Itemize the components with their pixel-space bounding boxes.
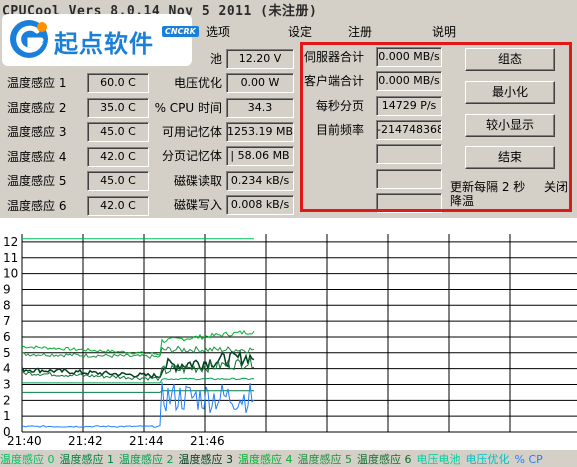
config-button[interactable]: 组态 [465, 48, 555, 71]
graph-legend: 温度感应 0 温度感应 1 温度感应 2 温度感应 3 温度感应 4 温度感应 5 温度感应… [0, 451, 577, 467]
legend-item: 温度感应 4 [238, 453, 293, 466]
metric-label: 电压优化 [173, 76, 222, 91]
graph-lines [21, 238, 255, 428]
metric-label: 磁碟读取 [173, 173, 222, 188]
y-tick-label: 2 [3, 393, 11, 407]
temp-sensor-label: 温度感应 6 [7, 198, 67, 213]
temp-sensor-label: 温度感应 3 [7, 125, 67, 139]
metric-value: 12.20 V [226, 49, 294, 69]
cool-text: 降温 [450, 194, 475, 208]
metric-label: 磁碟写入 [173, 197, 222, 212]
metric-label: 池 [209, 52, 222, 66]
series-temp-1-line [22, 390, 254, 393]
metric-label: 可用记忆体 [161, 124, 222, 139]
metric-label: 分页记忆体 [161, 149, 222, 164]
legend-item: 温度感应 5 [297, 453, 353, 466]
x-tick-label: 21:46 [190, 434, 225, 448]
legend-item: 电压电池 [416, 453, 461, 466]
y-tick-label: 7 [3, 314, 11, 328]
y-tick-label: 1 [3, 409, 11, 423]
y-tick-label: 6 [3, 330, 11, 344]
temp-sensor-label: 温度感应 4 [7, 149, 67, 164]
y-tick-label: 11 [3, 251, 18, 265]
metric-value: 0.234 kB/s [226, 170, 294, 191]
logo-mark-icon [10, 20, 48, 58]
y-tick-label: 5 [3, 346, 11, 360]
logo-text: 起点软件 [54, 30, 154, 58]
metric-value: 0.008 kB/s [226, 194, 294, 215]
legend-item: % CP [514, 453, 543, 466]
x-tick-label: 21:40 [7, 434, 42, 448]
temp-sensor-label: 温度感应 2 [7, 100, 67, 115]
y-tick-label: 10 [3, 267, 18, 281]
x-tick-label: 21:42 [68, 434, 103, 448]
temp-sensor-value: 45.0 C [87, 171, 149, 191]
temp-sensor-value: 60.0 C [87, 73, 149, 93]
temp-sensor-label: 温度感应 5 [7, 174, 67, 188]
temp-sensor-value: 42.0 C [87, 195, 149, 216]
exit-button[interactable]: 结束 [465, 146, 555, 169]
minimize-button[interactable]: 最小化 [465, 81, 555, 104]
series-cpu-line [21, 381, 255, 428]
temp-sensor-value: 35.0 C [87, 97, 149, 118]
compact-view-button[interactable]: 较小显示 [465, 114, 555, 137]
logo-badge: CNCRK [162, 26, 199, 37]
y-tick-label: 8 [3, 298, 11, 312]
metric-value: | 58.06 MB [226, 146, 294, 167]
series-temp-4-line [21, 330, 255, 356]
temp-sensor-value: 45.0 C [87, 122, 149, 142]
y-tick-label: 9 [3, 282, 11, 296]
y-tick-label: 4 [3, 362, 11, 376]
temp-sensor-value: 42.0 C [87, 146, 149, 167]
y-axis-ticks: 1211109876543210 [3, 235, 18, 439]
y-tick-label: 12 [3, 235, 18, 249]
graph-grid [21, 234, 577, 433]
legend-item: 温度感应 0 [0, 453, 55, 466]
sensor-graph: 1211109876543210 21:40 21:42 21:44 21:46 [0, 218, 577, 450]
legend-item: 温度感应 2 [119, 453, 174, 466]
metric-value: 0.00 W [226, 73, 294, 94]
legend-item: 电压优化 [465, 453, 510, 466]
metric-value: 1253.19 MB [226, 121, 294, 142]
close-text[interactable]: 关闭 [544, 178, 568, 195]
legend-item: 温度感应 6 [357, 453, 412, 466]
y-tick-label: 3 [3, 377, 11, 391]
x-tick-label: 21:44 [129, 434, 164, 448]
menu-register[interactable]: 注册 [348, 23, 372, 40]
temp-sensor-label: 温度感应 1 [7, 76, 67, 90]
menu-options[interactable]: 选项 [206, 23, 230, 40]
x-axis-ticks: 21:40 21:42 21:44 21:46 [7, 434, 225, 448]
metric-value: 34.3 [226, 97, 294, 118]
menu-help[interactable]: 说明 [432, 23, 456, 40]
menu-settings[interactable]: 设定 [288, 23, 312, 40]
legend-item: 温度感应 3 [178, 453, 234, 466]
metric-label: % CPU 时间 [154, 100, 222, 115]
legend-item: 温度感应 1 [59, 453, 115, 466]
